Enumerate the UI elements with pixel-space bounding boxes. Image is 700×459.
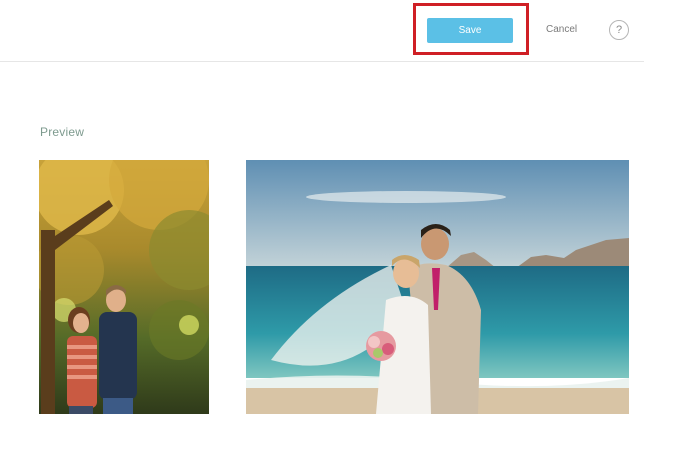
autumn-couple-portrait-photo [39, 160, 209, 414]
save-button[interactable]: Save [427, 18, 513, 43]
help-button[interactable]: ? [609, 20, 629, 40]
beach-wedding-illustration [246, 160, 629, 414]
autumn-couple-illustration [39, 160, 209, 414]
photo-editor-page: Save Cancel ? Preview [0, 0, 700, 459]
question-mark-icon: ? [615, 24, 623, 36]
preview-heading: Preview [40, 125, 85, 139]
top-toolbar: Save Cancel ? [0, 0, 644, 62]
beach-wedding-couple-photo [246, 160, 629, 414]
cancel-link[interactable]: Cancel [546, 24, 577, 35]
